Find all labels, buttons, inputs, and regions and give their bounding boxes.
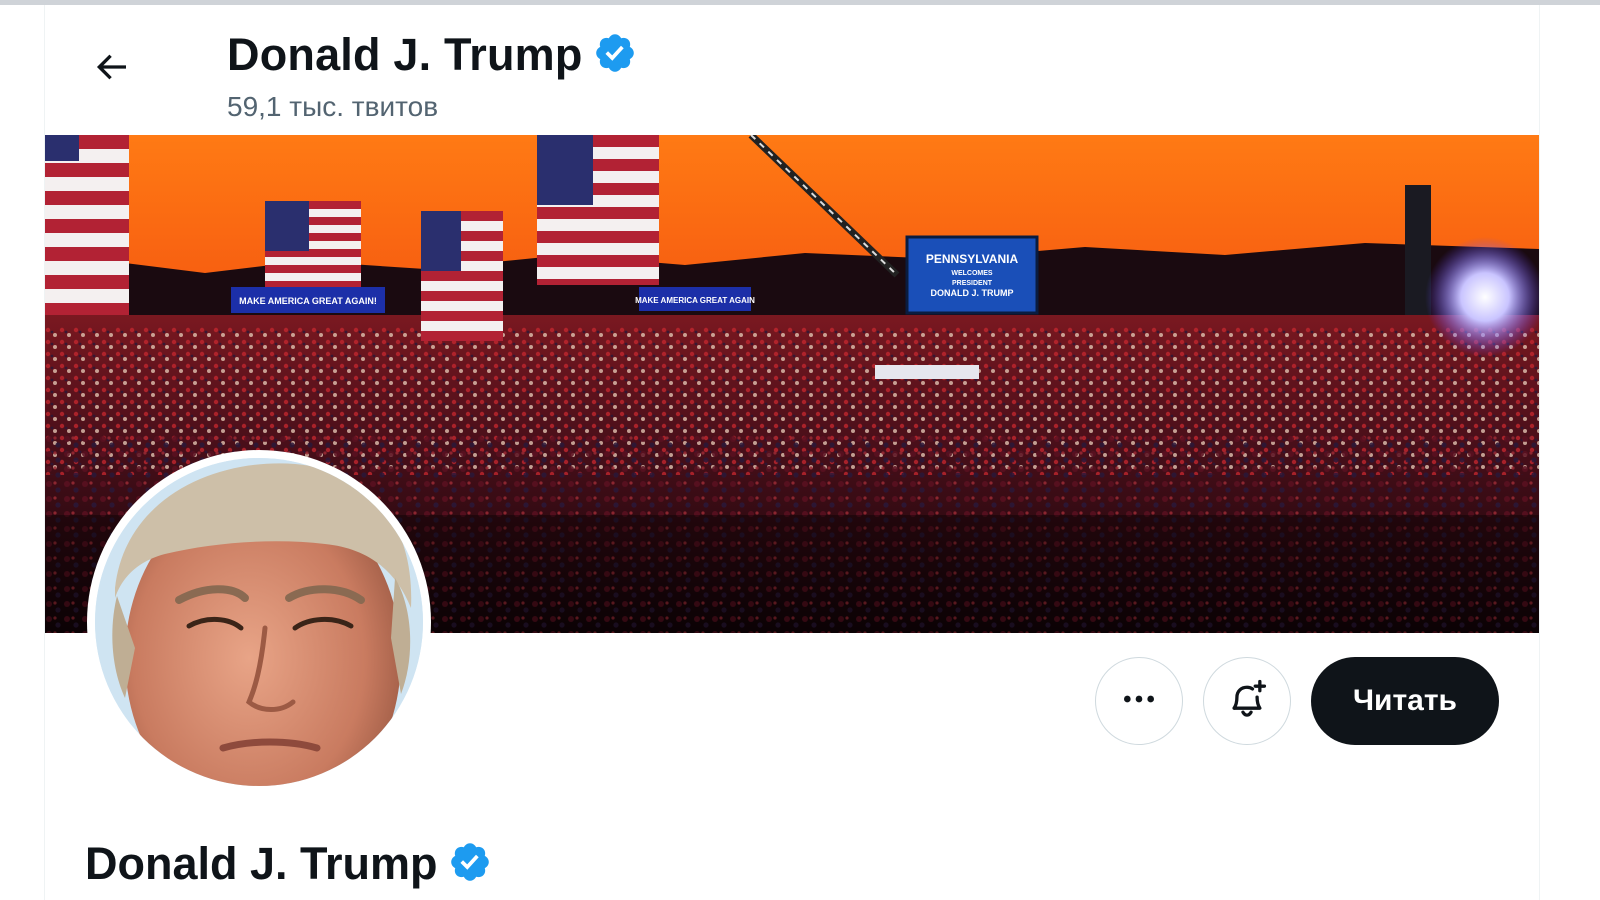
profile-name: Donald J. Trump [85,838,438,889]
arrow-left-icon [91,47,131,92]
profile-name-row: Donald J. Trump [85,829,492,899]
bell-plus-icon [1225,677,1269,726]
sign-line-1: PENNSYLVANIA [926,252,1019,266]
header-title-row: Donald J. Trump [227,25,637,85]
profile-header: Donald J. Trump 59,1 тыс. твитов [45,5,1539,138]
more-button[interactable] [1094,657,1183,745]
notify-button[interactable] [1202,657,1291,745]
sign-line-3: PRESIDENT [952,280,993,287]
profile-avatar[interactable] [87,450,431,794]
profile-column: Donald J. Trump 59,1 тыс. твитов MAKE AM… [44,5,1540,900]
tweet-count: 59,1 тыс. твитов [227,91,439,122]
banner-left-text: MAKE AMERICA GREAT AGAIN! [239,296,377,306]
profile-avatar-image [95,458,423,786]
profile-actions: Читать [1094,655,1499,747]
sign-line-2: WELCOMES [951,270,993,277]
verified-badge-icon [448,840,492,889]
follow-button[interactable]: Читать [1310,657,1499,745]
back-button[interactable] [73,31,149,107]
verified-badge-icon [593,31,637,80]
header-title: Donald J. Trump [227,29,583,80]
sign-line-4: DONALD J. TRUMP [931,288,1014,298]
banner-mid-text: MAKE AMERICA GREAT AGAIN [635,296,755,305]
more-horizontal-icon [1119,679,1159,724]
